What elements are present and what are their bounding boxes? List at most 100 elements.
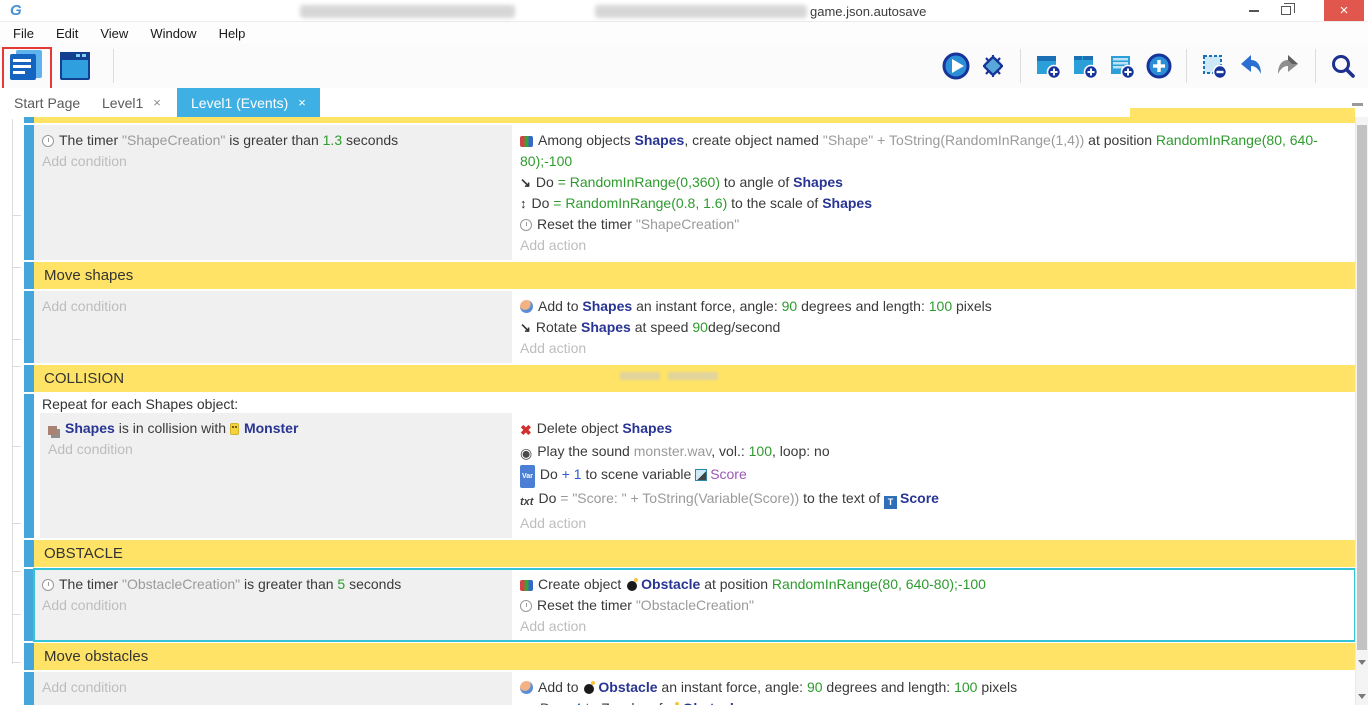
toolbar-separator (1315, 49, 1316, 83)
add-condition-link[interactable]: Add condition (42, 677, 504, 698)
add-event-button[interactable] (1033, 51, 1063, 81)
conditions-cell[interactable]: The timer "ShapeCreation" is greater tha… (34, 125, 512, 260)
scroll-down-icon[interactable] (1356, 689, 1368, 704)
actions-cell[interactable]: Create object Obstacle at position Rando… (512, 569, 1355, 641)
restore-button[interactable] (1272, 0, 1300, 21)
event-action-row[interactable]: Among objects Shapes, create object name… (520, 130, 1347, 172)
actions-cell[interactable]: ✖Delete object Shapes◉Play the sound mon… (512, 413, 1355, 538)
menu-file[interactable]: File (2, 26, 45, 41)
repeat-event-label[interactable]: Repeat for each Shapes object: (34, 394, 1355, 413)
repeat-event[interactable]: Repeat for each Shapes object:Shapes is … (24, 394, 1355, 538)
text-segment: an instant force, angle: (632, 298, 781, 314)
event-handle[interactable] (24, 643, 34, 670)
undo-button[interactable] (1236, 51, 1266, 81)
scrollbar-thumb-secondary[interactable] (1357, 555, 1367, 571)
event-action-row[interactable]: Reset the timer "ObstacleCreation" (520, 595, 1347, 616)
add-condition-link[interactable]: Add condition (48, 439, 504, 460)
play-button[interactable] (941, 51, 971, 81)
actions-cell[interactable]: Among objects Shapes, create object name… (512, 125, 1355, 260)
events-sheet: The timer "ShapeCreation" is greater tha… (0, 117, 1368, 705)
delete-selection-button[interactable] (1199, 51, 1229, 81)
menu-view[interactable]: View (89, 26, 139, 41)
event-handle[interactable] (24, 125, 34, 260)
event-action-row[interactable]: ↕Do = RandomInRange(0.8, 1.6) to the sca… (520, 193, 1347, 214)
tab-start-page[interactable]: Start Page (0, 88, 94, 117)
tab-level1-events[interactable]: Level1 (Events) × (177, 88, 320, 117)
menu-edit[interactable]: Edit (45, 26, 89, 41)
actions-cell[interactable]: Add to Obstacle an instant force, angle:… (512, 672, 1355, 705)
standard-event[interactable]: Add condition Add to Shapes an instant fo… (24, 291, 1355, 363)
add-condition-link[interactable]: Add condition (42, 595, 504, 616)
event-action-row[interactable]: Add to Shapes an instant force, angle: 9… (520, 296, 1347, 317)
event-handle[interactable] (24, 291, 34, 363)
add-subevent-button[interactable] (1070, 51, 1100, 81)
add-new-button[interactable] (1144, 51, 1174, 81)
conditions-cell[interactable]: The timer "ObstacleCreation" is greater … (34, 569, 512, 641)
add-action-link[interactable]: Add action (520, 338, 1347, 359)
actions-cell[interactable]: Add to Shapes an instant force, angle: 9… (512, 291, 1355, 363)
splitter-handle[interactable] (1352, 103, 1363, 106)
search-button[interactable] (1328, 51, 1358, 81)
event-action-row[interactable]: Reset the timer "ShapeCreation" (520, 214, 1347, 235)
event-condition-row[interactable]: Shapes is in collision with Monster (48, 418, 504, 439)
event-condition-row[interactable]: The timer "ObstacleCreation" is greater … (42, 574, 504, 595)
event-action-row[interactable]: txtDo = "Score: " + ToString(Variable(Sc… (520, 488, 1347, 513)
event-group-header[interactable]: Move shapes (34, 262, 1355, 289)
standard-event[interactable]: The timer "ObstacleCreation" is greater … (24, 569, 1355, 641)
event-group-header[interactable]: OBSTACLE (34, 540, 1355, 567)
event-group-header[interactable]: Move obstacles (34, 643, 1355, 670)
conditions-cell[interactable]: Add condition (34, 672, 512, 705)
textobj-icon: T (884, 496, 897, 509)
monster-icon (230, 423, 239, 435)
add-condition-link[interactable]: Add condition (42, 296, 504, 317)
event-condition-row[interactable]: The timer "ShapeCreation" is greater tha… (42, 130, 504, 151)
event-handle[interactable] (24, 540, 34, 567)
event-handle[interactable] (24, 672, 34, 705)
event-action-row[interactable]: Do = 4 to Z-order of Obstacle (520, 698, 1347, 705)
menu-help[interactable]: Help (208, 26, 257, 41)
conditions-cell[interactable]: Shapes is in collision with MonsterAdd c… (40, 413, 512, 538)
event-action-row[interactable]: Create object Obstacle at position Rando… (520, 574, 1347, 595)
scroll-down-icon[interactable] (1356, 655, 1368, 670)
close-tab-icon[interactable]: × (298, 95, 306, 110)
tree-tick (12, 662, 21, 663)
text-segment: to scene variable (582, 466, 696, 482)
close-button[interactable]: × (1324, 0, 1364, 21)
event-handle[interactable] (24, 394, 34, 538)
standard-event[interactable]: Add condition Add to Obstacle an instant … (24, 672, 1355, 705)
vertical-scrollbar[interactable] (1355, 117, 1368, 705)
debug-button[interactable] (978, 51, 1008, 81)
event-action-row[interactable]: Add to Obstacle an instant force, angle:… (520, 677, 1347, 698)
event-handle[interactable] (24, 262, 34, 289)
scene-editor-icon[interactable] (58, 48, 96, 84)
conditions-cell[interactable]: Add condition (34, 291, 512, 363)
add-action-link[interactable]: Add action (520, 616, 1347, 637)
add-condition-link[interactable]: Add condition (42, 151, 504, 172)
standard-event[interactable]: The timer "ShapeCreation" is greater tha… (24, 125, 1355, 260)
text-segment: Delete object (537, 420, 623, 436)
event-action-row[interactable]: ↘Rotate Shapes at speed 90deg/second (520, 317, 1347, 338)
text-segment: = "Score: " + ToString(Variable(Score)) (560, 490, 799, 506)
event-handle[interactable] (24, 365, 34, 392)
event-action-row[interactable]: ◉Play the sound monster.wav, vol.: 100, … (520, 441, 1347, 464)
text-segment: The timer (59, 576, 122, 592)
text-segment: + 1 (562, 466, 582, 482)
event-action-row[interactable]: VarDo + 1 to scene variable Score (520, 464, 1347, 488)
event-action-row[interactable]: ↘Do = RandomInRange(0,360) to angle of S… (520, 172, 1347, 193)
event-handle[interactable] (24, 117, 34, 123)
close-tab-icon[interactable]: × (153, 95, 161, 110)
events-sheet-icon[interactable] (8, 48, 46, 84)
event-action-row[interactable]: ✖Delete object Shapes (520, 418, 1347, 441)
redo-button[interactable] (1273, 51, 1303, 81)
text-segment: seconds (345, 576, 401, 592)
menu-window[interactable]: Window (139, 26, 207, 41)
tab-level1[interactable]: Level1 × (88, 88, 175, 117)
minimize-button[interactable] (1240, 0, 1268, 21)
text-segment: "ShapeCreation" (122, 132, 225, 148)
scrollbar-thumb[interactable] (1357, 125, 1367, 650)
add-comment-button[interactable] (1107, 51, 1137, 81)
add-action-link[interactable]: Add action (520, 235, 1347, 256)
add-action-link[interactable]: Add action (520, 513, 1347, 534)
event-handle[interactable] (24, 569, 34, 641)
redacted-title-text (300, 5, 515, 18)
